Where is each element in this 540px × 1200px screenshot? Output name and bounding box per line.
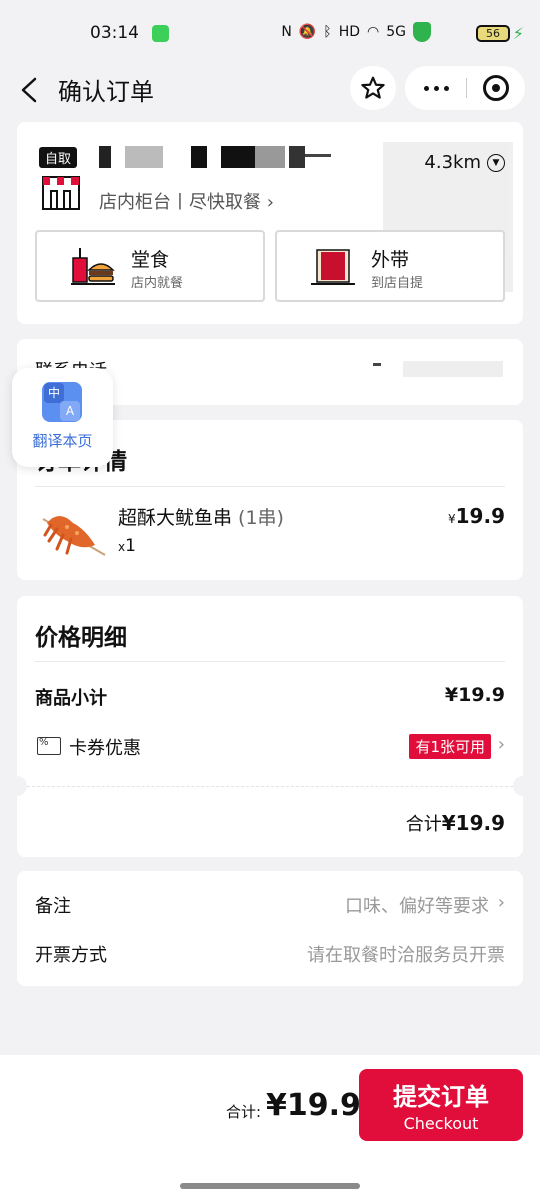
invoice-value: 请在取餐时洽服务员开票	[307, 945, 505, 966]
item-name: 超酥大鱿鱼串 (1串)	[118, 507, 284, 529]
chevron-right-icon[interactable]: ›	[498, 734, 505, 755]
more-menu-button[interactable]	[405, 66, 467, 110]
pickup-info-link[interactable]: 店内柜台丨尽快取餐 ›	[99, 188, 274, 214]
coupon-label[interactable]: 卡券优惠	[69, 734, 141, 760]
chevron-down-circle-icon: ▼	[487, 153, 505, 172]
divider	[35, 661, 505, 662]
dashed-divider	[27, 786, 513, 787]
translate-label: 翻译本页	[32, 432, 93, 450]
bluetooth-icon: ᛒ	[323, 24, 332, 40]
translate-icon: 中A	[42, 382, 82, 422]
total-prefix: 合计:	[226, 1103, 262, 1121]
remark-input[interactable]: 口味、偏好等要求	[345, 892, 489, 918]
distance-value: 4.3km	[424, 152, 481, 173]
dine-in-option[interactable]: 堂食 店内就餐	[35, 230, 265, 302]
submit-order-label: 提交订单	[393, 1083, 489, 1111]
dot-icon	[423, 85, 429, 91]
nfc-icon: N	[281, 24, 292, 40]
burger-drink-icon	[71, 248, 115, 285]
ticket-notch-left	[17, 776, 27, 796]
wifi-icon: ◠	[367, 24, 380, 40]
dine-in-title: 堂食	[131, 249, 170, 271]
page-header: 确认订单	[0, 66, 540, 114]
store-card: 自取 4.3km ▼ 店内柜台丨尽快取餐 › 堂食 店内就餐 外带 到店自提	[17, 122, 523, 324]
takeout-title: 外带	[371, 249, 410, 271]
takeout-option[interactable]: 外带 到店自提	[275, 230, 505, 302]
back-arrow-icon[interactable]	[18, 76, 42, 104]
takeout-subtitle: 到店自提	[371, 276, 424, 291]
divider	[35, 486, 505, 487]
price-detail-title: 价格明细	[35, 625, 127, 651]
takeout-bag-icon	[311, 249, 355, 285]
coupon-available-badge[interactable]: 有1张可用	[409, 734, 491, 759]
close-miniprogram-button[interactable]	[467, 66, 525, 110]
target-close-icon	[483, 75, 509, 101]
checkout-label: Checkout	[403, 1114, 479, 1133]
ticket-notch-right	[513, 776, 523, 796]
dot-icon	[443, 85, 449, 91]
translate-page-button[interactable]: 中A 翻译本页	[12, 368, 113, 467]
total-amount: ¥19.9	[266, 1088, 361, 1123]
page-title: 确认订单	[58, 78, 154, 106]
notes-card: 备注 口味、偏好等要求 › 开票方式 请在取餐时洽服务员开票	[17, 871, 523, 986]
checkout-bar: 合计: ¥19.9 提交订单 Checkout	[0, 1055, 540, 1200]
store-name-redacted	[99, 144, 339, 170]
item-unit: (1串)	[232, 507, 284, 529]
app-notification-icon	[152, 25, 169, 42]
dine-in-subtitle: 店内就餐	[131, 276, 184, 291]
pickup-tag: 自取	[39, 147, 78, 168]
favorite-button[interactable]	[350, 66, 396, 110]
remark-label: 备注	[35, 896, 71, 917]
signal-icon: 5G	[386, 24, 406, 40]
hd-icon: HD	[338, 24, 361, 40]
subtotal-label: 商品小计	[35, 688, 107, 709]
home-indicator[interactable]	[180, 1183, 360, 1189]
total-line: 合计¥19.9	[405, 811, 505, 835]
security-shield-icon	[413, 22, 431, 42]
dot-icon	[433, 85, 439, 91]
mute-icon: 🔕	[298, 24, 317, 40]
coupon-icon	[37, 737, 61, 755]
system-icons: N 🔕 ᛒ HD ◠ 5G	[281, 22, 494, 42]
status-bar: 03:14 N 🔕 ᛒ HD ◠ 5G 56 ⚡	[0, 0, 540, 66]
miniprogram-capsule	[405, 66, 525, 110]
item-price: ¥19.9	[448, 504, 505, 528]
chevron-right-icon[interactable]: ›	[498, 892, 505, 913]
battery-icon: 56	[476, 25, 510, 42]
submit-order-button[interactable]: 提交订单 Checkout	[359, 1069, 523, 1141]
charging-icon: ⚡	[512, 24, 524, 43]
invoice-label: 开票方式	[35, 945, 107, 966]
status-time: 03:14	[90, 23, 139, 43]
contact-phone-value-redacted	[373, 357, 503, 386]
subtotal-value: ¥19.9	[444, 684, 505, 706]
star-icon	[361, 76, 385, 99]
redacted-phone-graphic	[373, 361, 503, 377]
item-quantity: x1	[118, 536, 136, 556]
distance-display[interactable]: 4.3km ▼	[424, 152, 505, 173]
price-detail-card: 价格明细 商品小计 ¥19.9 卡券优惠 有1张可用 › 合计¥19.9	[17, 596, 523, 857]
squid-skewer-image	[42, 516, 106, 556]
store-icon	[42, 176, 80, 210]
